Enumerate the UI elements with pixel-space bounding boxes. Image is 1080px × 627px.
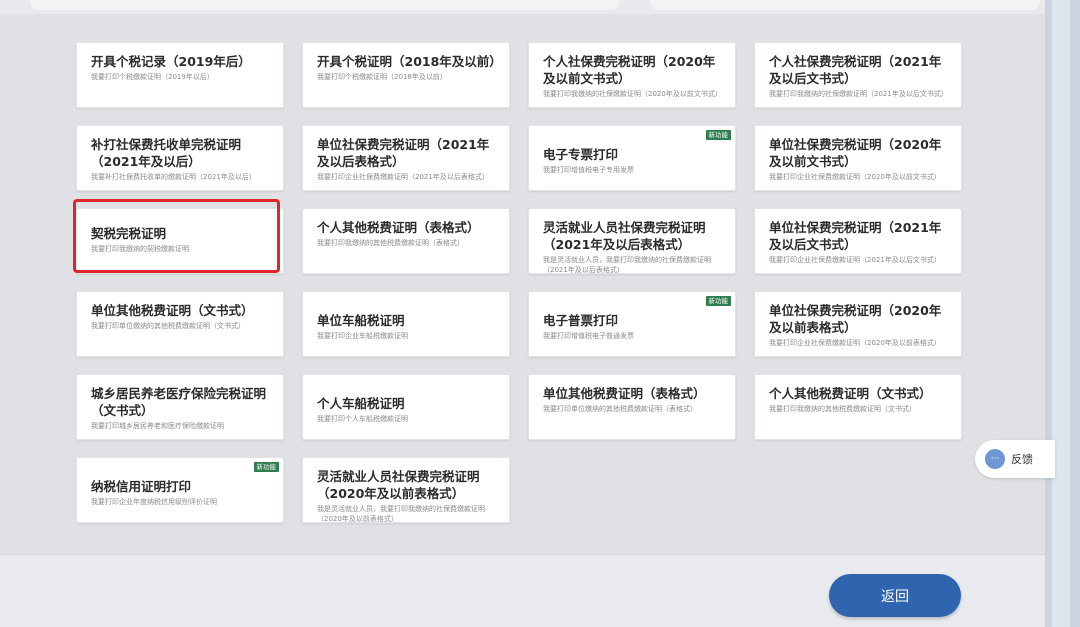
card-title: 电子专票打印 xyxy=(543,147,619,162)
card-desc: 我要打印我缴纳的社保缴款证明（2021年及以后文书式） xyxy=(769,90,948,98)
card-title: 电子普票打印 xyxy=(543,313,619,328)
card-desc: 我要打印我缴纳的其他税费缴款证明（表格式） xyxy=(317,239,464,247)
card-title: 城乡居民养老医疗保险完税证明（文书式） xyxy=(91,386,267,418)
card-title: 单位社保费完税证明（2020年及以前文书式） xyxy=(769,137,942,169)
new-feature-badge: 新功能 xyxy=(705,296,731,306)
card-deed-tax-certificate[interactable]: 契税完税证明 我要打印我缴纳的契税缴款证明 xyxy=(76,208,284,274)
card-title: 单位社保费完税证明（2021年及以后表格式） xyxy=(317,137,490,169)
card-personal-other-tax-doc[interactable]: 个人其他税费证明（文书式） 我要打印我缴纳的其他税费缴款证明（文书式） xyxy=(754,374,962,440)
card-desc: 我要打印企业年度纳税信用级别评价证明 xyxy=(91,498,217,506)
card-desc: 我要打印个税缴款证明（2019年以后） xyxy=(91,73,214,81)
card-personal-vehicle-tax[interactable]: 个人车船税证明 我要打印个人车船税缴款证明 xyxy=(302,374,510,440)
top-tab-left xyxy=(30,0,620,10)
card-title: 个人社保费完税证明（2020年及以前文书式） xyxy=(543,54,716,86)
card-tax-credit-certificate[interactable]: 新功能 纳税信用证明打印 我要打印企业年度纳税信用级别评价证明 xyxy=(76,457,284,523)
card-company-social-security-2020-doc[interactable]: 单位社保费完税证明（2020年及以前文书式） 我要打印企业社保费缴款证明（202… xyxy=(754,125,962,191)
card-company-other-tax-doc[interactable]: 单位其他税费证明（文书式） 我要打印单位缴纳的其他税费缴款证明（文书式） xyxy=(76,291,284,357)
new-feature-badge: 新功能 xyxy=(253,462,279,472)
card-desc: 我要打印个税缴款证明（2018年及以前） xyxy=(317,73,447,81)
new-feature-badge: 新功能 xyxy=(705,130,731,140)
card-personal-other-tax-table[interactable]: 个人其他税费证明（表格式） 我要打印我缴纳的其他税费缴款证明（表格式） xyxy=(302,208,510,274)
card-company-social-security-2021-doc[interactable]: 单位社保费完税证明（2021年及以后文书式） 我要打印企业社保费缴款证明（202… xyxy=(754,208,962,274)
card-title: 个人社保费完税证明（2021年及以后文书式） xyxy=(769,54,942,86)
card-desc: 我要打印我缴纳的社保缴款证明（2020年及以前文书式） xyxy=(543,90,722,98)
card-company-social-security-2021-table[interactable]: 单位社保费完税证明（2021年及以后表格式） 我要打印企业社保费缴款证明（202… xyxy=(302,125,510,191)
card-title: 个人其他税费证明（文书式） xyxy=(769,386,932,401)
card-personal-social-security-2020-doc[interactable]: 个人社保费完税证明（2020年及以前文书式） 我要打印我缴纳的社保缴款证明（20… xyxy=(528,42,736,108)
card-desc: 我要打印增值税电子普通发票 xyxy=(543,332,634,340)
card-desc: 我要打印增值税电子专用发票 xyxy=(543,166,634,174)
card-title: 开具个税记录（2019年后） xyxy=(91,54,251,69)
card-company-vehicle-tax[interactable]: 单位车船税证明 我要打印企业车船税缴款证明 xyxy=(302,291,510,357)
card-title: 单位其他税费证明（表格式） xyxy=(543,386,706,401)
card-title: 契税完税证明 xyxy=(91,226,167,241)
card-personal-tax-certificate-2018[interactable]: 开具个税证明（2018年及以前） 我要打印个税缴款证明（2018年及以前） xyxy=(302,42,510,108)
card-desc: 我要打印企业车船税缴款证明 xyxy=(317,332,408,340)
card-reprint-social-security-collection[interactable]: 补打社保费托收单完税证明（2021年及以后） 我要补打社保费托收单的缴款证明（2… xyxy=(76,125,284,191)
chat-icon: ··· xyxy=(985,449,1005,469)
card-flexible-employment-2021-table[interactable]: 灵活就业人员社保费完税证明（2021年及以后表格式） 我是灵活就业人员，我要打印… xyxy=(528,208,736,274)
card-desc: 我是灵活就业人员，我要打印我缴纳的社保费缴款证明（2021年及以后表格式） xyxy=(543,256,711,274)
card-title: 个人车船税证明 xyxy=(317,396,405,411)
card-title: 单位车船税证明 xyxy=(317,313,405,328)
card-title: 单位社保费完税证明（2020年及以前表格式） xyxy=(769,303,942,335)
card-flexible-employment-2020-table[interactable]: 灵活就业人员社保费完税证明（2020年及以前表格式） 我是灵活就业人员，我要打印… xyxy=(302,457,510,523)
card-desc: 我是灵活就业人员，我要打印我缴纳的社保费缴款证明（2020年及以前表格式） xyxy=(317,505,485,523)
card-desc: 我要打印企业社保费缴款证明（2021年及以后文书式） xyxy=(769,256,941,264)
card-desc: 我要打印我缴纳的其他税费缴款证明（文书式） xyxy=(769,405,916,413)
card-e-normal-invoice-print[interactable]: 新功能 电子普票打印 我要打印增值税电子普通发票 xyxy=(528,291,736,357)
card-personal-social-security-2021-doc[interactable]: 个人社保费完税证明（2021年及以后文书式） 我要打印我缴纳的社保缴款证明（20… xyxy=(754,42,962,108)
card-title: 纳税信用证明打印 xyxy=(91,479,192,494)
card-desc: 我要打印我缴纳的契税缴款证明 xyxy=(91,245,189,253)
card-personal-tax-record-2019[interactable]: 开具个税记录（2019年后） 我要打印个税缴款证明（2019年以后） xyxy=(76,42,284,108)
card-desc: 我要打印单位缴纳的其他税费缴款证明（表格式） xyxy=(543,405,697,413)
card-e-special-invoice-print[interactable]: 新功能 电子专票打印 我要打印增值税电子专用发票 xyxy=(528,125,736,191)
card-urban-rural-pension-medical[interactable]: 城乡居民养老医疗保险完税证明（文书式） 我要打印城乡居民养老和医疗保险缴款证明 xyxy=(76,374,284,440)
card-desc: 我要打印单位缴纳的其他税费缴款证明（文书式） xyxy=(91,322,245,330)
card-desc: 我要补打社保费托收单的缴款证明（2021年及以后） xyxy=(91,173,256,181)
card-title: 灵活就业人员社保费完税证明（2020年及以前表格式） xyxy=(317,469,480,501)
card-title: 灵活就业人员社保费完税证明（2021年及以后表格式） xyxy=(543,220,706,252)
card-desc: 我要打印个人车船税缴款证明 xyxy=(317,415,408,423)
card-company-social-security-2020-table[interactable]: 单位社保费完税证明（2020年及以前表格式） 我要打印企业社保费缴款证明（202… xyxy=(754,291,962,357)
card-desc: 我要打印企业社保费缴款证明（2020年及以前表格式） xyxy=(769,339,941,347)
card-company-other-tax-table[interactable]: 单位其他税费证明（表格式） 我要打印单位缴纳的其他税费缴款证明（表格式） xyxy=(528,374,736,440)
feedback-button[interactable]: ··· 反馈 xyxy=(975,440,1055,478)
card-desc: 我要打印企业社保费缴款证明（2020年及以前文书式） xyxy=(769,173,941,181)
feedback-label: 反馈 xyxy=(1011,453,1033,466)
card-title: 补打社保费托收单完税证明（2021年及以后） xyxy=(91,137,242,169)
right-rail-inner xyxy=(1052,0,1070,627)
card-desc: 我要打印城乡居民养老和医疗保险缴款证明 xyxy=(91,422,224,430)
card-title: 开具个税证明（2018年及以前） xyxy=(317,54,502,69)
card-title: 单位其他税费证明（文书式） xyxy=(91,303,254,318)
card-title: 单位社保费完税证明（2021年及以后文书式） xyxy=(769,220,942,252)
card-desc: 我要打印企业社保费缴款证明（2021年及以后表格式） xyxy=(317,173,489,181)
back-button[interactable]: 返回 xyxy=(829,574,961,617)
card-title: 个人其他税费证明（表格式） xyxy=(317,220,480,235)
top-tab-right xyxy=(650,0,1040,10)
